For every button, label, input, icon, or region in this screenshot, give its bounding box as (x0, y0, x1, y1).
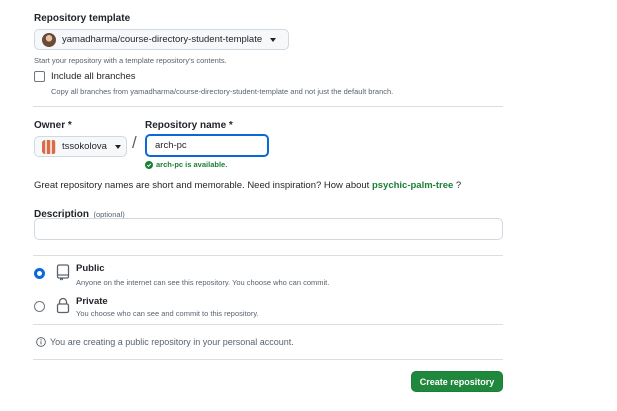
include-branches-checkbox[interactable] (34, 71, 45, 82)
check-circle-icon (145, 160, 153, 169)
template-note: Start your repository with a template re… (34, 56, 227, 65)
repo-name-label: Repository name * (145, 120, 233, 131)
availability-status: arch-pc is available. (145, 160, 227, 169)
repo-icon (56, 264, 70, 281)
divider (33, 324, 503, 325)
divider (33, 106, 503, 107)
availability-text: arch-pc is available. (156, 160, 228, 169)
owner-label: Owner * (34, 120, 72, 131)
template-select[interactable]: yamadharma/course-directory-student-temp… (34, 29, 289, 50)
template-select-value: yamadharma/course-directory-student-temp… (62, 34, 263, 45)
public-note: Anyone on the internet can see this repo… (76, 278, 330, 287)
path-separator: / (132, 133, 137, 152)
include-branches-label[interactable]: Include all branches (51, 71, 136, 82)
info-icon (36, 337, 46, 347)
template-owner-avatar (42, 32, 56, 47)
chevron-down-icon (114, 144, 121, 149)
owner-select[interactable]: tssokolova (34, 136, 127, 157)
suggestion-suffix: ? (455, 180, 462, 191)
name-suggestion: Great repository names are short and mem… (34, 180, 461, 191)
repo-name-input[interactable]: arch-pc (145, 134, 269, 157)
private-radio[interactable] (34, 301, 45, 312)
info-text: You are creating a public repository in … (50, 337, 294, 347)
info-line: You are creating a public repository in … (36, 337, 294, 347)
create-repository-button[interactable]: Create repository (411, 371, 503, 392)
template-label: Repository template (34, 13, 131, 24)
owner-select-value: tssokolova (62, 141, 107, 152)
suggested-name-link[interactable]: psychic-palm-tree (372, 180, 453, 191)
owner-avatar (42, 139, 56, 154)
chevron-down-icon (270, 37, 277, 42)
divider (33, 359, 503, 360)
private-note: You choose who can see and commit to thi… (76, 309, 259, 318)
lock-icon (56, 297, 70, 314)
public-title[interactable]: Public (76, 263, 105, 274)
private-title[interactable]: Private (76, 296, 108, 307)
public-radio[interactable] (34, 268, 45, 279)
include-branches-note: Copy all branches from yamadharma/course… (51, 87, 394, 96)
repo-name-value: arch-pc (155, 140, 187, 151)
divider (33, 255, 503, 256)
description-input[interactable] (34, 218, 503, 240)
suggestion-text: Great repository names are short and mem… (34, 180, 370, 191)
